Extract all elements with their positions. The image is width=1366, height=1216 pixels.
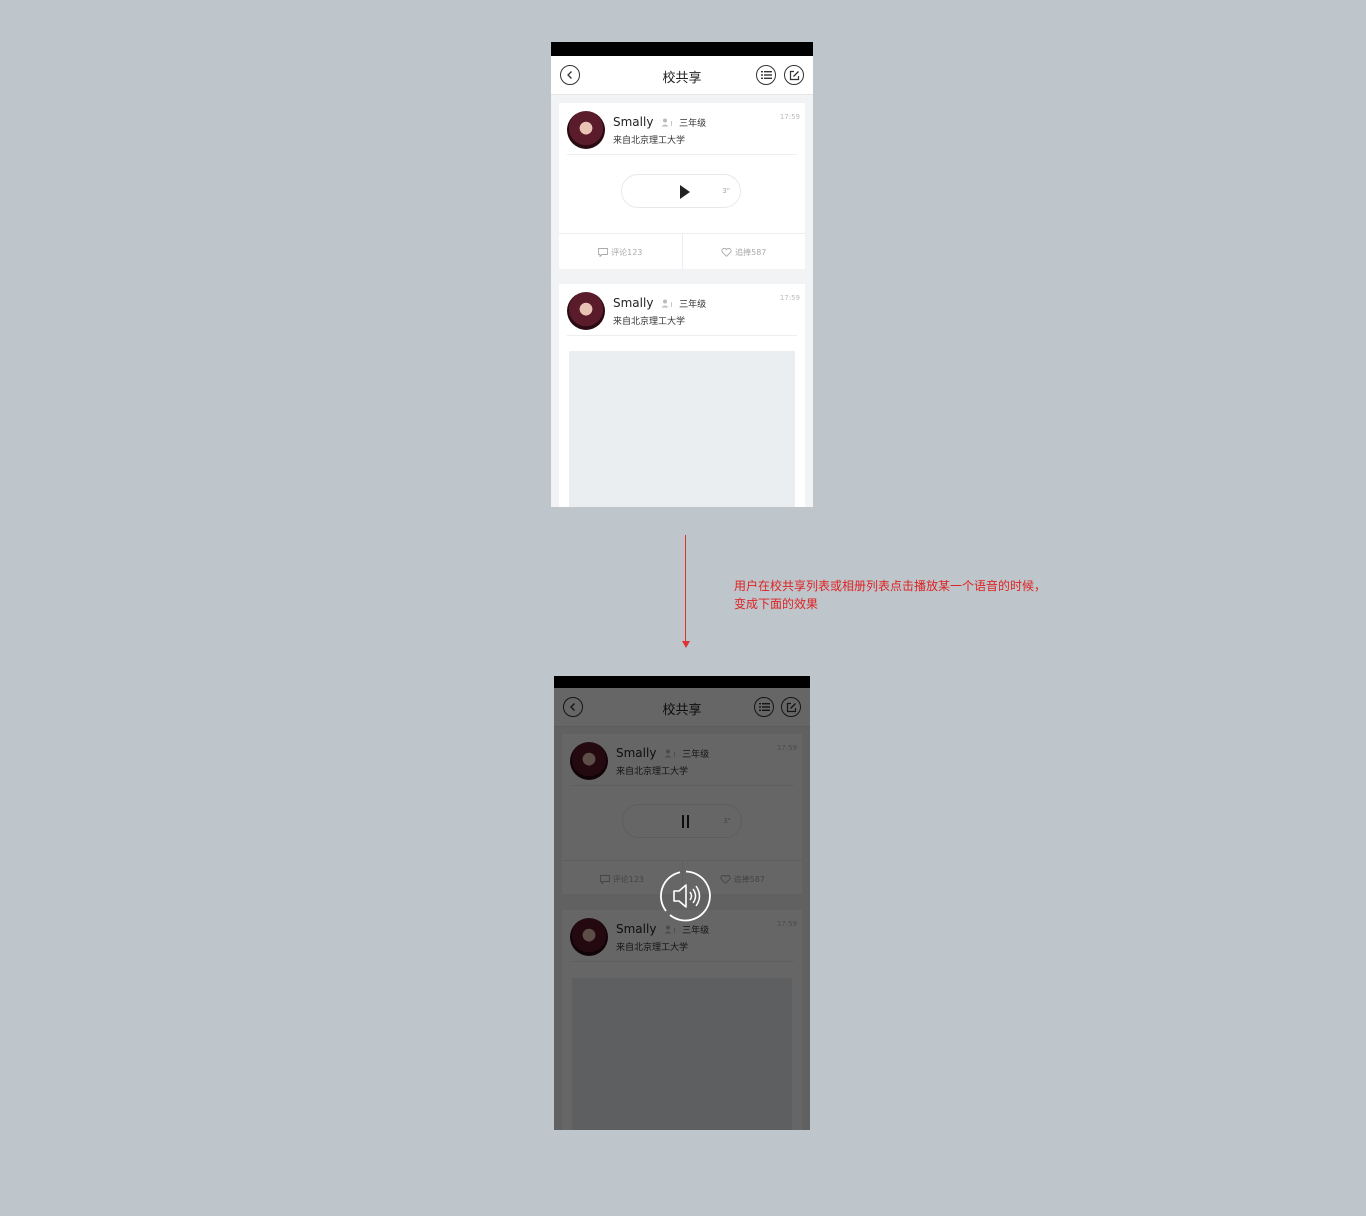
comment-icon	[598, 247, 609, 257]
user-name[interactable]: Smally	[613, 115, 653, 129]
user-grade: 三年级	[679, 119, 707, 129]
post-card-image: Smally 三年级 来自北京理工大学 17:59	[559, 284, 805, 507]
edit-icon	[789, 70, 799, 80]
user-name-line: Smally 三年级	[613, 296, 706, 310]
edit-button[interactable]	[784, 65, 804, 85]
user-icon	[661, 118, 673, 127]
user-school: 来自北京理工大学	[613, 136, 686, 146]
post-time: 17:59	[779, 113, 800, 121]
post-time: 17:59	[779, 294, 800, 302]
status-bar	[551, 42, 813, 56]
play-icon[interactable]	[680, 185, 690, 199]
list-icon	[760, 71, 772, 79]
voice-duration: 3"	[722, 187, 730, 195]
like-button[interactable]: 追捧587	[681, 234, 806, 270]
avatar[interactable]	[567, 292, 605, 330]
comment-count: 评论123	[611, 247, 643, 257]
user-school: 来自北京理工大学	[613, 317, 686, 327]
flow-arrow-line	[685, 535, 686, 643]
status-bar	[554, 676, 810, 688]
post-actions: 评论123 追捧587	[559, 233, 805, 270]
post-card-voice: Smally 三年级 来自北京理工大学 17:59 3" 评论123 追捧587	[559, 103, 805, 270]
voice-player[interactable]: 3"	[621, 174, 741, 208]
divider	[567, 154, 797, 155]
post-image[interactable]	[569, 351, 795, 507]
avatar[interactable]	[567, 111, 605, 149]
annotation-line-2: 变成下面的效果	[734, 597, 819, 611]
user-grade: 三年级	[679, 300, 707, 310]
annotation-text: 用户在校共享列表或相册列表点击播放某一个语音的时候， 变成下面的效果	[734, 577, 1064, 613]
speaker-icon	[660, 870, 711, 922]
navigation-bar: 校共享	[551, 56, 813, 95]
list-button[interactable]	[756, 65, 776, 85]
phone-screen-before: 校共享 Smally 三年级 来自北京理工大学 17:59 3" 评论123 追…	[551, 42, 813, 507]
divider	[567, 335, 797, 336]
heart-icon	[721, 247, 732, 257]
user-icon	[661, 299, 673, 308]
annotation-line-1: 用户在校共享列表或相册列表点击播放某一个语音的时候，	[734, 579, 1047, 593]
comment-button[interactable]: 评论123	[559, 234, 682, 270]
user-name-line: Smally 三年级	[613, 115, 706, 129]
phone-screen-after: 校共享 Smally 三年级 来自北京理工大学 17:59 3" 评论123	[554, 676, 810, 1130]
user-name[interactable]: Smally	[613, 296, 653, 310]
like-count: 追捧587	[735, 247, 767, 257]
flow-arrow-head	[682, 641, 690, 648]
